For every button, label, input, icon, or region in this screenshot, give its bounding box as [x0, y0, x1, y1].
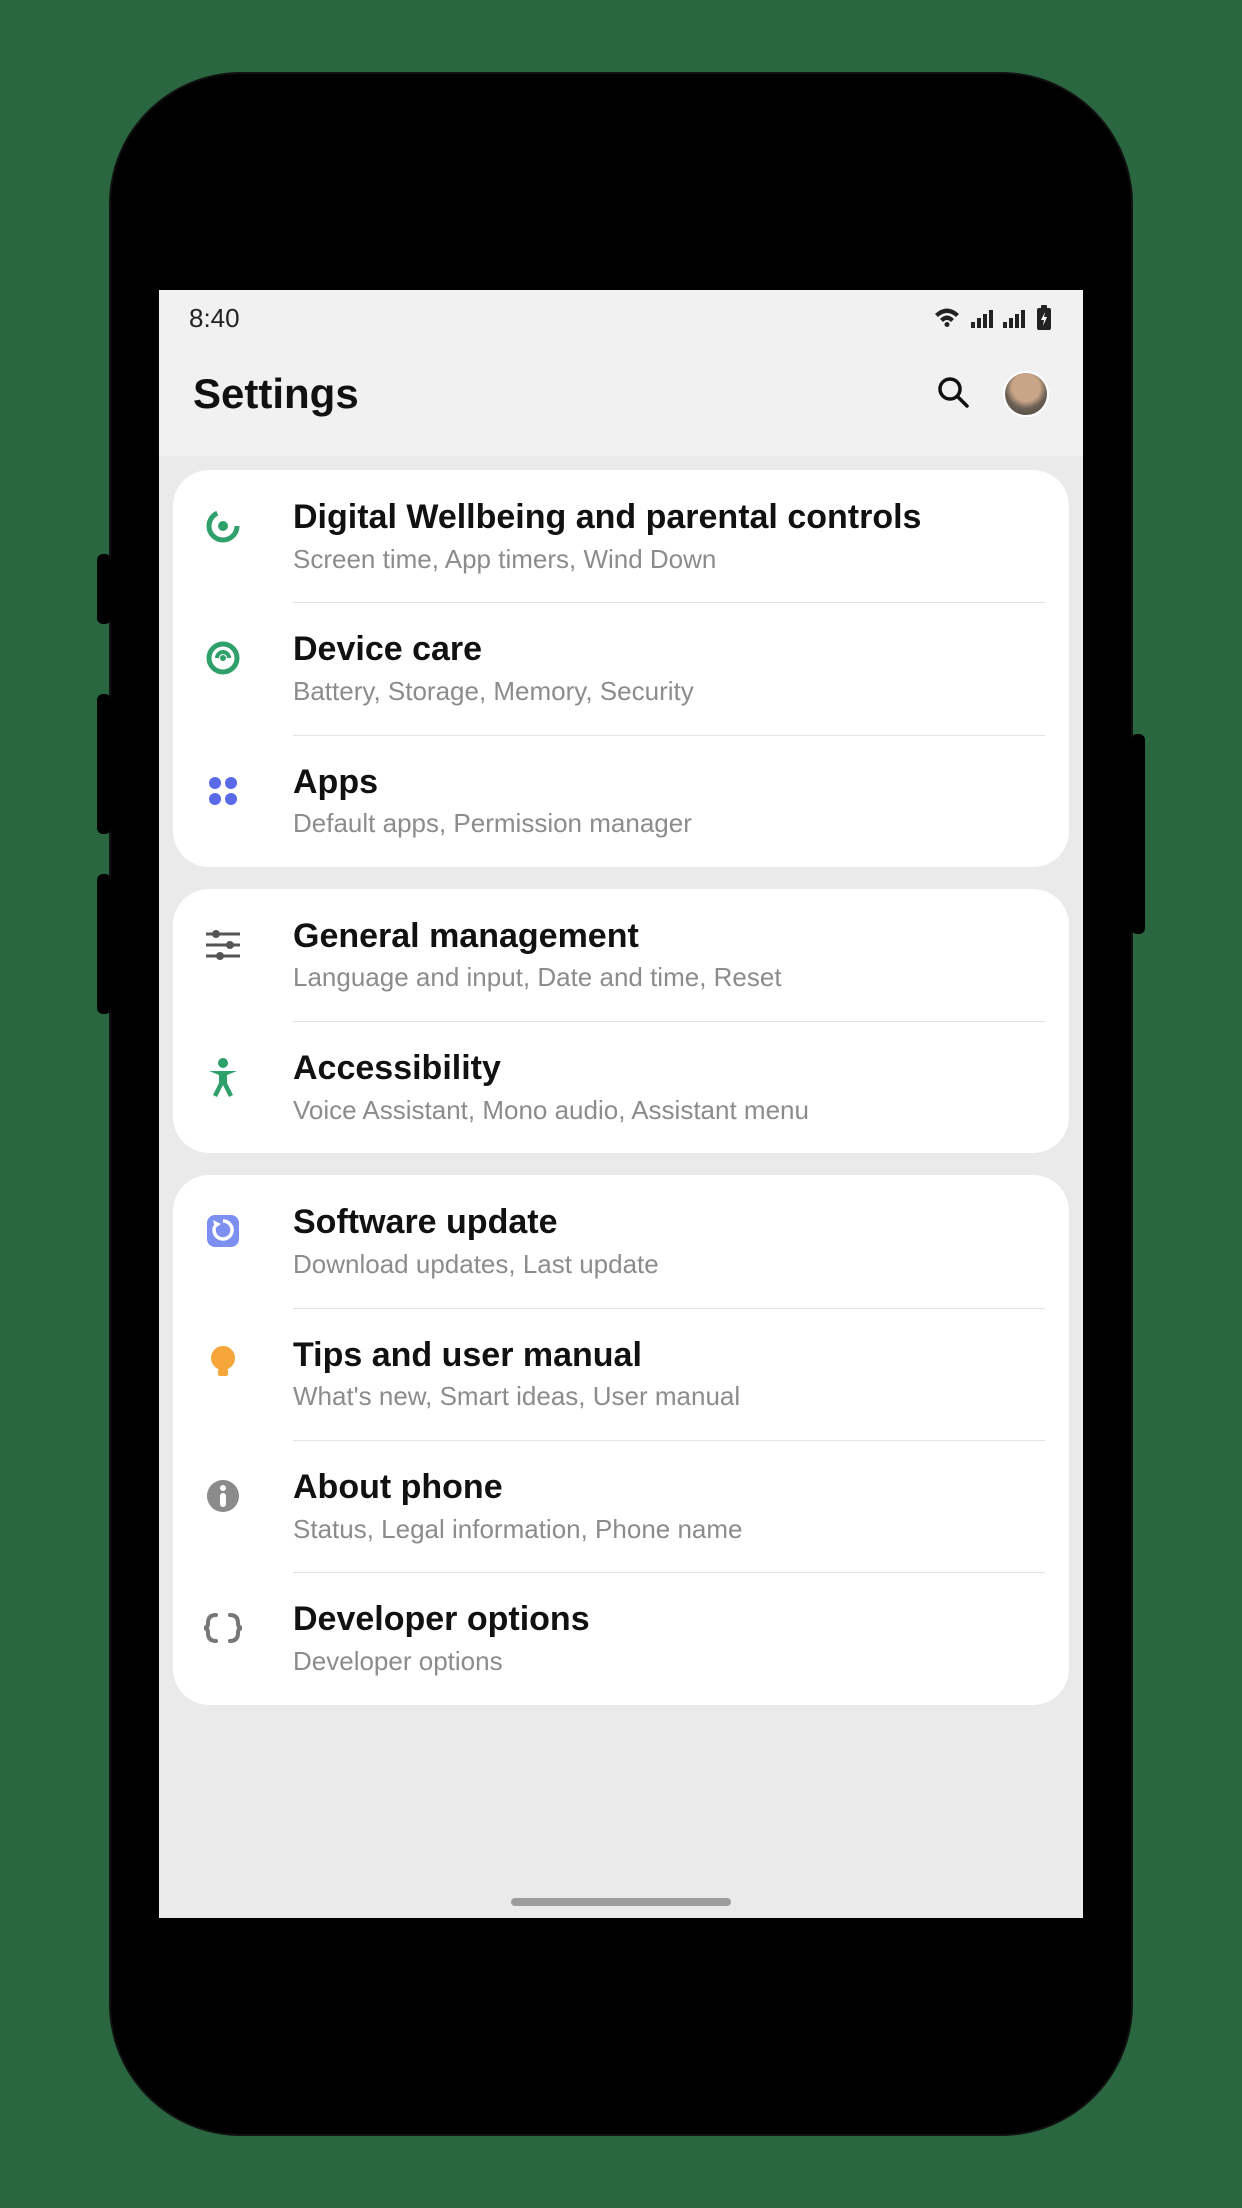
settings-row-sub: Download updates, Last update [293, 1248, 1041, 1282]
battery-icon [1035, 305, 1053, 331]
phone-side-button [97, 694, 111, 834]
settings-row-general-management[interactable]: General management Language and input, D… [173, 889, 1069, 1021]
home-indicator[interactable] [511, 1898, 731, 1906]
search-icon [935, 374, 971, 415]
status-time: 8:40 [189, 303, 240, 334]
settings-row-title: About phone [293, 1466, 1041, 1509]
apps-icon [195, 763, 251, 819]
signal-icon [971, 308, 993, 328]
settings-row-device-care[interactable]: Device care Battery, Storage, Memory, Se… [173, 602, 1069, 734]
tips-icon [195, 1336, 251, 1392]
phone-side-button [97, 554, 111, 624]
settings-row-title: General management [293, 915, 1041, 958]
settings-row-sub: Developer options [293, 1645, 1041, 1679]
search-button[interactable] [931, 372, 975, 416]
settings-row-sub: Default apps, Permission manager [293, 807, 1041, 841]
settings-group: Software update Download updates, Last u… [173, 1175, 1069, 1704]
settings-row-title: Device care [293, 628, 1041, 671]
settings-row-title: Developer options [293, 1598, 1041, 1641]
settings-group: Digital Wellbeing and parental controls … [173, 470, 1069, 867]
settings-list[interactable]: Digital Wellbeing and parental controls … [159, 456, 1083, 1918]
settings-row-about-phone[interactable]: About phone Status, Legal information, P… [173, 1440, 1069, 1572]
developer-options-icon [195, 1600, 251, 1656]
software-update-icon [195, 1203, 251, 1259]
settings-row-developer-options[interactable]: Developer options Developer options [173, 1572, 1069, 1704]
profile-avatar[interactable] [1003, 371, 1049, 417]
info-icon [195, 1468, 251, 1524]
wellbeing-icon [195, 498, 251, 554]
status-icons [933, 305, 1053, 331]
settings-row-accessibility[interactable]: Accessibility Voice Assistant, Mono audi… [173, 1021, 1069, 1153]
settings-row-title: Digital Wellbeing and parental controls [293, 496, 1041, 539]
settings-row-software-update[interactable]: Software update Download updates, Last u… [173, 1175, 1069, 1307]
phone-side-button [1131, 734, 1145, 934]
settings-row-title: Software update [293, 1201, 1041, 1244]
device-care-icon [195, 630, 251, 686]
signal-icon [1003, 308, 1025, 328]
settings-row-tips[interactable]: Tips and user manual What's new, Smart i… [173, 1308, 1069, 1440]
settings-row-sub: Status, Legal information, Phone name [293, 1513, 1041, 1547]
page-title: Settings [193, 370, 931, 418]
settings-row-title: Tips and user manual [293, 1334, 1041, 1377]
sliders-icon [195, 917, 251, 973]
settings-row-title: Apps [293, 761, 1041, 804]
settings-row-sub: Language and input, Date and time, Reset [293, 961, 1041, 995]
accessibility-icon [195, 1049, 251, 1105]
settings-row-sub: What's new, Smart ideas, User manual [293, 1380, 1041, 1414]
status-bar: 8:40 [159, 290, 1083, 346]
settings-row-digital-wellbeing[interactable]: Digital Wellbeing and parental controls … [173, 470, 1069, 602]
settings-row-sub: Battery, Storage, Memory, Security [293, 675, 1041, 709]
app-header: Settings [159, 346, 1083, 456]
settings-row-apps[interactable]: Apps Default apps, Permission manager [173, 735, 1069, 867]
settings-row-title: Accessibility [293, 1047, 1041, 1090]
phone-side-button [97, 874, 111, 1014]
settings-row-sub: Screen time, App timers, Wind Down [293, 543, 1041, 577]
screen: 8:40 Settings [153, 284, 1089, 1924]
settings-group: General management Language and input, D… [173, 889, 1069, 1154]
settings-row-sub: Voice Assistant, Mono audio, Assistant m… [293, 1094, 1041, 1128]
phone-frame: 8:40 Settings [111, 74, 1131, 2134]
wifi-icon [933, 307, 961, 329]
